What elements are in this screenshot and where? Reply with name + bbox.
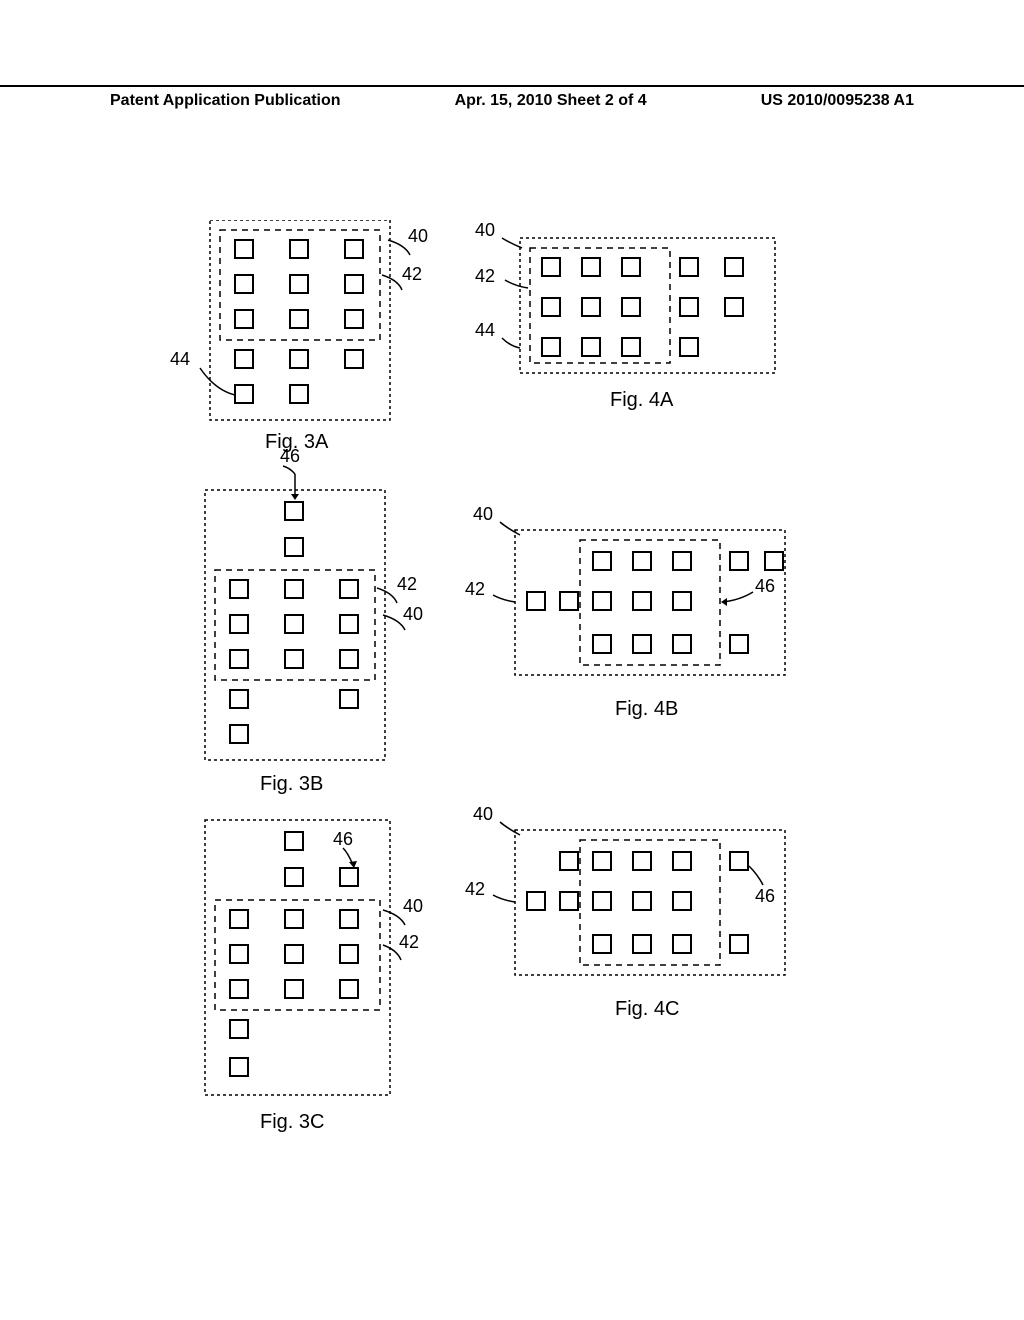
fig-label-4c: Fig. 4C (615, 998, 679, 1020)
ref-40-4c: 40 (473, 804, 493, 824)
ref-42-4b: 42 (465, 579, 485, 599)
header-center: Apr. 15, 2010 Sheet 2 of 4 (455, 92, 647, 110)
ref-40-4b: 40 (473, 504, 493, 524)
header-rule: Patent Application Publication Apr. 15, … (0, 85, 1024, 110)
header-right: US 2010/0095238 A1 (761, 92, 914, 110)
ref-44: 44 (170, 349, 190, 369)
fig-3b: 46 42 40 Fig. 3B (205, 446, 423, 795)
fig-label-4a: Fig. 4A (610, 389, 674, 411)
fig-label-3b: Fig. 3B (260, 773, 323, 795)
ref-42-4a: 42 (475, 266, 495, 286)
diagram-area: 40 42 44 Fig. 3A 40 42 (150, 220, 850, 1120)
ref-46-3b: 46 (280, 446, 300, 466)
header-left: Patent Application Publication (110, 92, 341, 110)
ref-42-4c: 42 (465, 879, 485, 899)
ref-46-4b: 46 (755, 576, 775, 596)
fig-4a: 40 42 44 Fig. 4A (475, 220, 775, 411)
ref-46-4c: 46 (755, 886, 775, 906)
ref-40-3c: 40 (403, 896, 423, 916)
ref-46-3c: 46 (333, 829, 353, 849)
fig-label-3c: Fig. 3C (260, 1111, 324, 1133)
fig-4c: 40 42 46 Fig. 4C (465, 804, 785, 1020)
ref-40-4a: 40 (475, 220, 495, 240)
ref-44-4a: 44 (475, 320, 495, 340)
ref-40: 40 (408, 226, 428, 246)
fig-3a: 40 42 44 Fig. 3A (170, 220, 428, 453)
ref-42-3c: 42 (399, 932, 419, 952)
fig-label-4b: Fig. 4B (615, 698, 678, 720)
ref-40-3b: 40 (403, 604, 423, 624)
ref-42: 42 (402, 264, 422, 284)
fig-3c: 46 40 42 Fig. 3C (205, 820, 423, 1133)
fig-4b: 40 42 46 Fig. 4B (465, 504, 785, 720)
ref-42-3b: 42 (397, 574, 417, 594)
page: Patent Application Publication Apr. 15, … (0, 0, 1024, 1320)
